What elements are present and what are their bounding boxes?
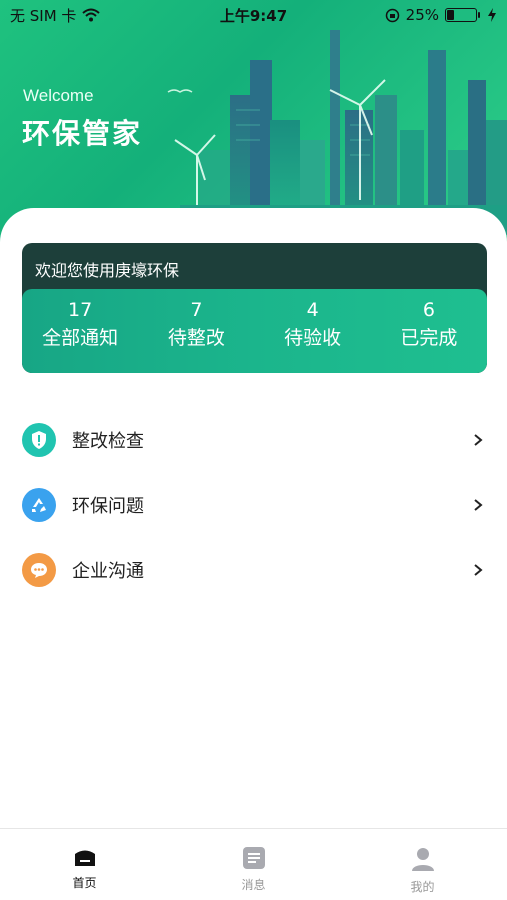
profile-icon [411, 848, 434, 871]
battery-icon [445, 8, 480, 22]
stat-pending-accept[interactable]: 4 待验收 [255, 289, 371, 373]
menu-item-label: 环保问题 [72, 495, 144, 517]
status-bar: 无 SIM 卡 上午9:47 25% [0, 0, 507, 30]
chevron-right-icon [474, 498, 483, 511]
stat-label: 全部通知 [42, 327, 119, 349]
tab-messages[interactable]: 消息 [169, 829, 338, 900]
welcome-text: Welcome [23, 86, 94, 105]
stat-label: 已完成 [400, 327, 458, 349]
menu-item-enterprise-communication[interactable]: 企业沟通 [0, 537, 507, 602]
home-icon [74, 850, 95, 866]
bottom-tab-bar: 首页 消息 我的 [0, 828, 507, 900]
stat-pending-rectify[interactable]: 7 待整改 [138, 289, 254, 373]
recycle-icon [22, 487, 56, 522]
menu-item-label: 企业沟通 [72, 560, 144, 582]
stat-value: 6 [422, 299, 435, 321]
shield-alert-icon [22, 422, 56, 457]
menu-item-rectify-check[interactable]: 整改检查 [0, 407, 507, 472]
status-time: 上午9:47 [219, 6, 288, 25]
stats-row: 17 全部通知 7 待整改 4 待验收 6 已完成 [22, 289, 487, 373]
chat-bubble-icon [22, 552, 56, 587]
feature-menu: 整改检查 环保问题 企业沟通 [0, 407, 507, 602]
stat-completed[interactable]: 6 已完成 [371, 289, 487, 373]
menu-item-label: 整改检查 [72, 430, 144, 452]
carrier-text: 无 SIM 卡 [10, 6, 77, 25]
tab-label: 消息 [241, 878, 266, 892]
stat-value: 17 [68, 299, 93, 321]
tab-home[interactable]: 首页 [0, 829, 169, 900]
menu-item-env-issues[interactable]: 环保问题 [0, 472, 507, 537]
message-icon [242, 847, 265, 869]
summary-card: 欢迎您使用庚壕环保 17 全部通知 7 待整改 4 待验收 6 已完成 [22, 243, 487, 373]
stat-label: 待验收 [284, 327, 342, 349]
battery-percent: 25% [405, 6, 439, 24]
charging-icon [488, 8, 496, 22]
orientation-lock-icon [385, 8, 399, 22]
stat-value: 4 [306, 299, 319, 321]
card-title: 欢迎您使用庚壕环保 [35, 261, 180, 280]
tab-label: 我的 [410, 880, 435, 894]
stat-value: 7 [190, 299, 203, 321]
app-title: 环保管家 [22, 117, 143, 150]
tab-label: 首页 [72, 876, 97, 890]
stat-label: 待整改 [167, 327, 225, 349]
chevron-right-icon [474, 433, 483, 446]
wifi-icon [82, 8, 101, 22]
chevron-right-icon [474, 563, 483, 576]
stat-all-notices[interactable]: 17 全部通知 [22, 289, 138, 373]
tab-profile[interactable]: 我的 [338, 829, 507, 900]
